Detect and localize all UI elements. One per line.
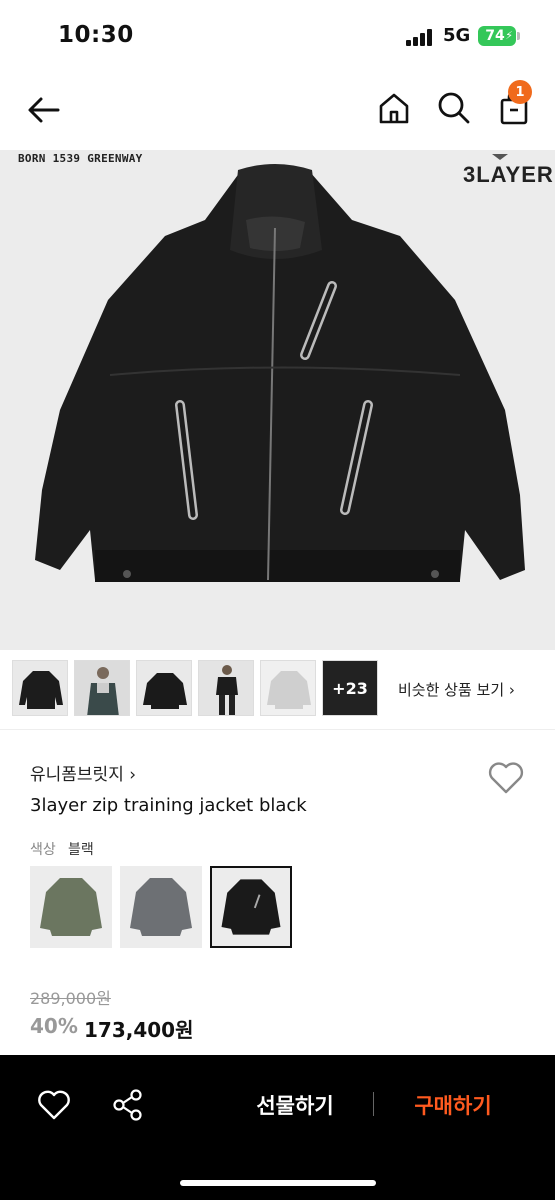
cart-count-badge: 1	[508, 80, 532, 104]
color-swatch-black[interactable]	[210, 866, 292, 948]
battery-cap	[517, 32, 520, 40]
wishlist-heart-icon[interactable]	[36, 1088, 72, 1122]
similar-products-link[interactable]: 비슷한 상품 보기 ›	[398, 679, 515, 700]
thumbnail-2[interactable]	[74, 660, 130, 716]
back-arrow-icon[interactable]	[24, 90, 64, 130]
hero-caption: BORN 1539 GREENWAY	[18, 152, 143, 165]
sale-price: 173,400원	[84, 1018, 194, 1042]
bottom-action-bar	[0, 1055, 555, 1200]
bottom-bar-divider	[373, 1092, 374, 1116]
buy-button[interactable]: 구매하기	[396, 1088, 510, 1124]
gift-button[interactable]: 선물하기	[238, 1088, 352, 1124]
color-label: 색상	[30, 842, 56, 858]
battery-icon: 74 ⚡	[478, 26, 516, 46]
thumbnail-4[interactable]	[198, 660, 254, 716]
battery-level: 74	[485, 28, 505, 44]
home-indicator[interactable]	[180, 1180, 376, 1186]
share-icon[interactable]	[110, 1088, 146, 1122]
network-label: 5G	[443, 25, 471, 46]
home-icon[interactable]	[374, 88, 414, 128]
color-swatch-gray[interactable]	[120, 866, 202, 948]
bolt-icon: ⚡	[505, 29, 513, 42]
status-bar: 10:30 5G 74 ⚡	[0, 0, 555, 70]
product-title: 3layer zip training jacket black	[30, 795, 307, 816]
more-count-label: +23	[332, 678, 368, 698]
divider	[0, 729, 555, 730]
more-thumbnails-button[interactable]: +23	[322, 660, 378, 716]
original-price: 289,000원	[30, 989, 111, 1008]
status-time: 10:30	[58, 22, 134, 48]
store-name-link[interactable]: 유니폼브릿지 ›	[30, 760, 136, 785]
top-nav	[0, 72, 555, 148]
brand-logo: 3LAYER	[463, 162, 554, 187]
color-value: 블랙	[68, 842, 94, 858]
discount-rate: 40%	[30, 1014, 78, 1038]
thumbnail-1[interactable]	[12, 660, 68, 716]
heart-icon[interactable]	[487, 760, 525, 796]
signal-icon	[406, 28, 436, 46]
product-hero-image[interactable]	[0, 150, 555, 650]
color-swatch-olive[interactable]	[30, 866, 112, 948]
search-icon[interactable]	[434, 88, 474, 128]
thumbnail-3[interactable]	[136, 660, 192, 716]
thumbnail-5[interactable]	[260, 660, 316, 716]
jacket-image	[35, 164, 525, 582]
